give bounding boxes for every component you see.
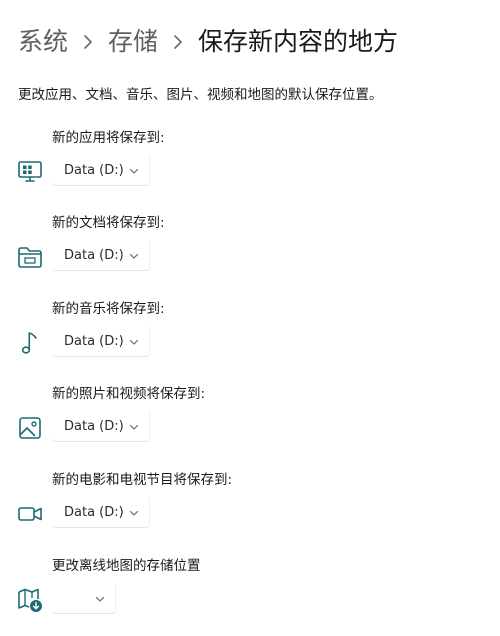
page-description: 更改应用、文档、音乐、图片、视频和地图的默认保存位置。 [18, 87, 383, 103]
documents-location-dropdown[interactable]: Data (D:) [52, 241, 150, 271]
movies-location-dropdown[interactable]: Data (D:) [52, 498, 150, 528]
map-download-icon [16, 586, 44, 614]
folder-icon [16, 243, 44, 271]
setting-label: 新的电影和电视节目将保存到: [52, 472, 233, 488]
setting-photos: 新的照片和视频将保存到: Data (D:) [0, 384, 500, 454]
offline-maps-location-dropdown[interactable] [52, 584, 116, 614]
setting-label: 新的音乐将保存到: [52, 301, 165, 317]
chevron-right-icon [83, 35, 93, 49]
breadcrumb-storage[interactable]: 存储 [108, 20, 158, 64]
music-location-dropdown[interactable]: Data (D:) [52, 327, 150, 357]
image-icon [16, 414, 44, 442]
setting-label: 新的照片和视频将保存到: [52, 386, 206, 402]
setting-offline-maps: 更改离线地图的存储位置 [0, 556, 500, 626]
breadcrumb: 系统 存储 保存新内容的地方 [18, 20, 398, 64]
chevron-right-icon [173, 35, 183, 49]
chevron-down-icon [129, 424, 139, 430]
apps-location-dropdown[interactable]: Data (D:) [52, 156, 150, 186]
setting-movies: 新的电影和电视节目将保存到: Data (D:) [0, 470, 500, 540]
chevron-down-icon [129, 510, 139, 516]
setting-label: 新的应用将保存到: [52, 130, 165, 146]
chevron-down-icon [129, 253, 139, 259]
setting-label: 新的文档将保存到: [52, 215, 165, 231]
photos-location-dropdown[interactable]: Data (D:) [52, 412, 150, 442]
music-note-icon [16, 329, 44, 357]
video-camera-icon [16, 500, 44, 528]
breadcrumb-system[interactable]: 系统 [18, 20, 68, 64]
dropdown-value: Data (D:) [64, 163, 124, 178]
chevron-down-icon [95, 596, 105, 602]
chevron-down-icon [129, 339, 139, 345]
setting-apps: 新的应用将保存到: Data (D:) [0, 128, 500, 198]
chevron-down-icon [129, 168, 139, 174]
dropdown-value: Data (D:) [64, 505, 124, 520]
apps-icon [16, 158, 44, 186]
dropdown-value: Data (D:) [64, 419, 124, 434]
page-title: 保存新内容的地方 [198, 27, 399, 56]
dropdown-value: Data (D:) [64, 248, 124, 263]
setting-music: 新的音乐将保存到: Data (D:) [0, 299, 500, 369]
setting-documents: 新的文档将保存到: Data (D:) [0, 213, 500, 283]
dropdown-value: Data (D:) [64, 334, 124, 349]
setting-label: 更改离线地图的存储位置 [52, 558, 201, 574]
